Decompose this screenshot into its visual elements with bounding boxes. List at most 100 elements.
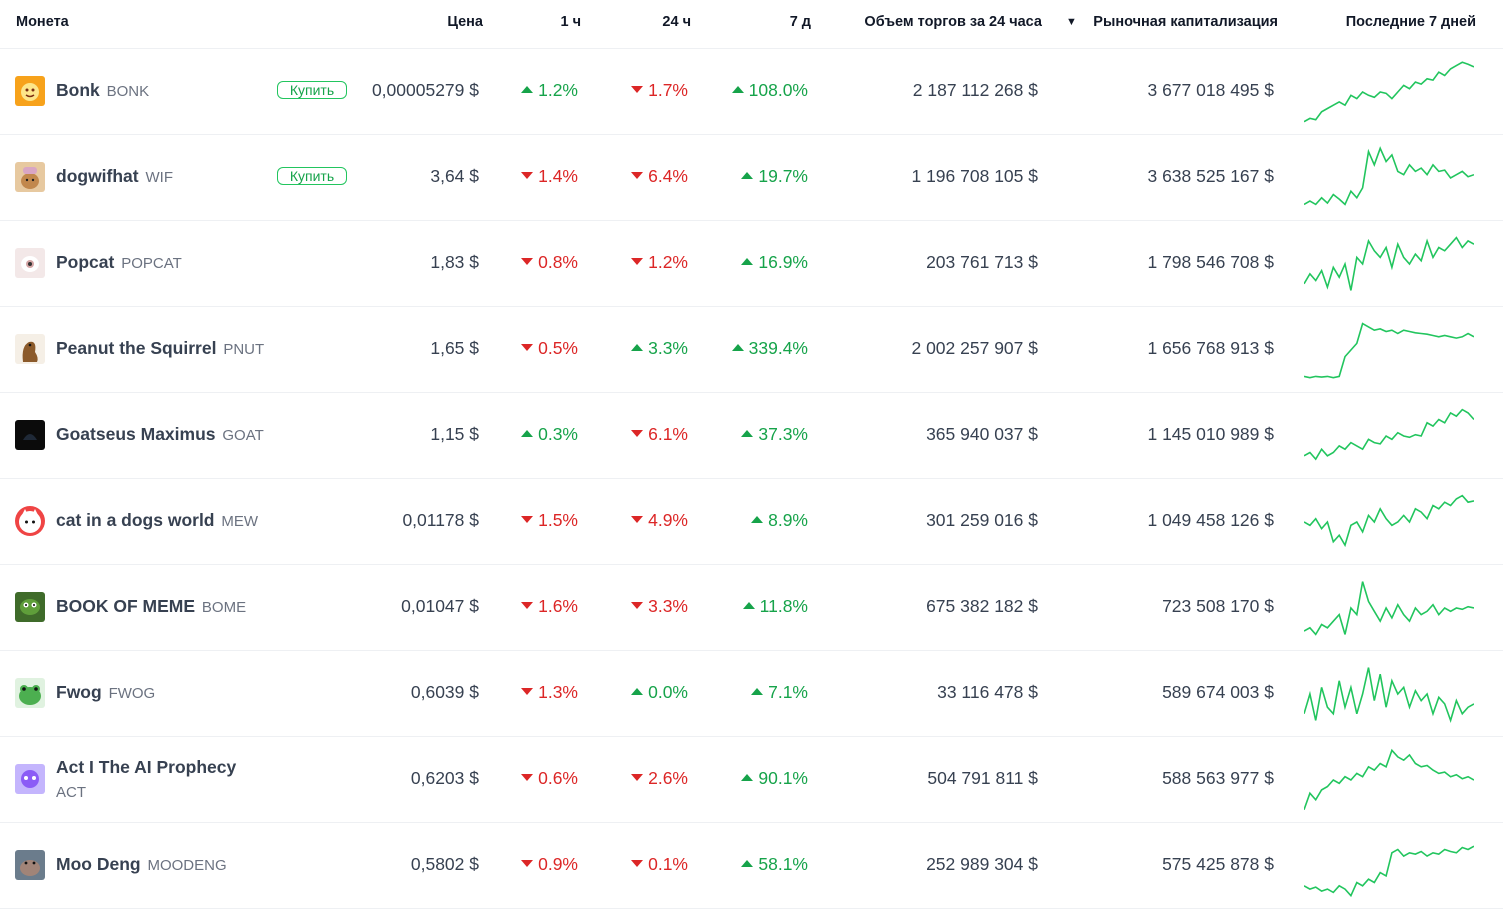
change-1h: 1.2% xyxy=(521,80,578,101)
table-row[interactable]: dogwifhat WIF Купить 3,64 $ 1.4% 6.4% 19… xyxy=(0,135,1503,221)
buy-button[interactable]: Купить xyxy=(277,81,347,99)
table-row[interactable]: Bonk BONK Купить 0,00005279 $ 1.2% 1.7% … xyxy=(0,49,1503,135)
coin-name: Goatseus Maximus xyxy=(56,424,216,444)
table-row[interactable]: Act I The AI Prophecy ACT 0,6203 $ 0.6% 2… xyxy=(0,737,1503,823)
sparkline-7d xyxy=(1304,236,1474,291)
coin-link[interactable]: Act I The AI Prophecy ACT xyxy=(56,757,236,801)
col-1h[interactable]: 1 ч xyxy=(560,14,581,30)
col-coin[interactable]: Монета xyxy=(16,14,69,30)
col-market-cap[interactable]: Рыночная капитализация xyxy=(1093,14,1278,30)
coin-link[interactable]: Goatseus Maximus GOAT xyxy=(56,424,264,445)
table-row[interactable]: Moo Deng MOODENG 0,5802 $ 0.9% 0.1% 58.1… xyxy=(0,823,1503,909)
coin-link[interactable]: dogwifhat WIF xyxy=(56,166,173,187)
volume-24h: 365 940 037 $ xyxy=(926,424,1038,444)
hippo-icon xyxy=(15,850,45,880)
table-row[interactable]: Fwog FWOG 0,6039 $ 1.3% 0.0% 7.1% 33 116… xyxy=(0,651,1503,737)
table-header: Монета Цена 1 ч 24 ч 7 д Объем торгов за… xyxy=(0,0,1503,49)
sparkline-7d xyxy=(1304,322,1474,379)
coin-name: Bonk xyxy=(56,80,100,100)
volume-24h: 2 002 257 907 $ xyxy=(911,338,1038,358)
col-24h[interactable]: 24 ч xyxy=(662,14,691,30)
caret-up-icon xyxy=(731,86,744,93)
col-volume[interactable]: Объем торгов за 24 часа xyxy=(864,14,1042,30)
coin-link[interactable]: Moo Deng MOODENG xyxy=(56,854,227,875)
caret-up-icon xyxy=(521,86,534,93)
table-row[interactable]: Goatseus Maximus GOAT 1,15 $ 0.3% 6.1% 3… xyxy=(0,393,1503,479)
coin-name: Peanut the Squirrel xyxy=(56,338,217,358)
change-7d: 7.1% xyxy=(751,682,808,703)
coin-symbol: BONK xyxy=(106,83,150,100)
caret-up-icon xyxy=(751,688,764,695)
price: 0,6203 $ xyxy=(410,768,479,788)
change-1h: 1.5% xyxy=(521,510,578,531)
coin-link[interactable]: Popcat POPCAT xyxy=(56,252,182,273)
table-row[interactable]: Peanut the Squirrel PNUT 1,65 $ 0.5% 3.3… xyxy=(0,307,1503,393)
volume-24h: 252 989 304 $ xyxy=(926,854,1038,874)
coin-link[interactable]: Bonk BONK xyxy=(56,80,149,101)
table-row[interactable]: cat in a dogs world MEW 0,01178 $ 1.5% 4… xyxy=(0,479,1503,565)
coin-symbol: MOODENG xyxy=(147,857,227,874)
caret-down-icon xyxy=(521,516,534,523)
col-price[interactable]: Цена xyxy=(447,14,483,30)
market-cap: 3 638 525 167 $ xyxy=(1147,166,1274,186)
caret-down-icon xyxy=(631,602,644,609)
pepe-book-icon xyxy=(15,592,45,622)
sparkline-path xyxy=(1304,494,1474,548)
coin-link[interactable]: BOOK OF MEME BOME xyxy=(56,596,246,617)
volume-24h: 504 791 811 $ xyxy=(927,768,1038,788)
caret-up-icon xyxy=(631,344,644,351)
caret-down-icon xyxy=(521,258,534,265)
coin-name: cat in a dogs world xyxy=(56,510,215,530)
market-cap: 589 674 003 $ xyxy=(1162,682,1274,702)
caret-up-icon xyxy=(741,258,754,265)
caret-down-icon xyxy=(631,860,644,867)
caret-up-icon xyxy=(521,430,534,437)
price: 0,01178 $ xyxy=(402,510,479,530)
sparkline-path xyxy=(1304,748,1474,810)
volume-24h: 203 761 713 $ xyxy=(926,252,1038,272)
caret-up-icon xyxy=(631,688,644,695)
change-7d: 37.3% xyxy=(741,424,808,445)
sparkline-path xyxy=(1304,322,1474,379)
sparkline-7d xyxy=(1304,667,1474,723)
coin-name: Popcat xyxy=(56,252,115,272)
change-24h: 6.1% xyxy=(631,424,688,445)
caret-down-icon xyxy=(521,602,534,609)
coin-link[interactable]: Fwog FWOG xyxy=(56,682,155,703)
coin-link[interactable]: Peanut the Squirrel PNUT xyxy=(56,338,264,359)
sparkline-path xyxy=(1304,236,1474,291)
change-24h: 1.2% xyxy=(631,252,688,273)
coin-symbol: POPCAT xyxy=(121,255,182,272)
buy-button[interactable]: Купить xyxy=(277,167,347,185)
sparkline-path xyxy=(1304,408,1474,461)
market-cap: 1 145 010 989 $ xyxy=(1147,424,1274,444)
coin-link[interactable]: cat in a dogs world MEW xyxy=(56,510,258,531)
col-last-7-days: Последние 7 дней xyxy=(1345,14,1476,30)
market-cap: 588 563 977 $ xyxy=(1162,768,1274,788)
sparkline-7d xyxy=(1304,845,1474,898)
volume-24h: 675 382 182 $ xyxy=(926,596,1038,616)
mew-cat-icon xyxy=(15,506,45,536)
price: 1,15 $ xyxy=(430,424,479,444)
caret-down-icon xyxy=(631,86,644,93)
sort-desc-icon: ▼ xyxy=(1066,16,1077,28)
change-1h: 0.3% xyxy=(521,424,578,445)
table-row[interactable]: Popcat POPCAT 1,83 $ 0.8% 1.2% 16.9% 203… xyxy=(0,221,1503,307)
change-1h: 1.3% xyxy=(521,682,578,703)
caret-up-icon xyxy=(741,860,754,867)
squirrel-icon xyxy=(15,334,45,364)
change-7d: 16.9% xyxy=(741,252,808,273)
volume-24h: 301 259 016 $ xyxy=(926,510,1038,530)
change-1h: 1.4% xyxy=(521,166,578,187)
sparkline-path xyxy=(1304,581,1474,636)
coin-symbol: MEW xyxy=(221,513,259,530)
coin-table: Монета Цена 1 ч 24 ч 7 д Объем торгов за… xyxy=(0,0,1503,909)
sparkline-path xyxy=(1304,146,1474,206)
table-row[interactable]: BOOK OF MEME BOME 0,01047 $ 1.6% 3.3% 11… xyxy=(0,565,1503,651)
price: 0,01047 $ xyxy=(401,596,479,616)
popcat-icon xyxy=(15,248,45,278)
change-1h: 0.8% xyxy=(521,252,578,273)
volume-24h: 1 196 708 105 $ xyxy=(911,166,1038,186)
col-7d[interactable]: 7 д xyxy=(790,14,811,30)
caret-up-icon xyxy=(741,430,754,437)
